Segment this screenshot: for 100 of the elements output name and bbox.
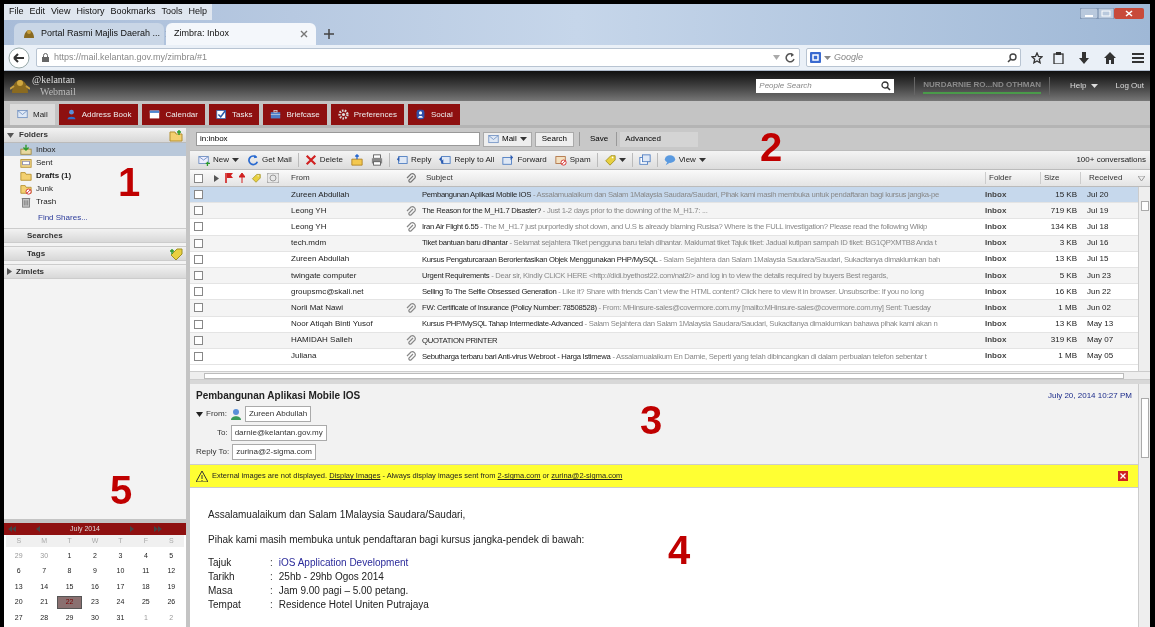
find-shares-link[interactable]: Find Shares... — [4, 211, 186, 225]
search-icon[interactable] — [881, 81, 892, 91]
folder-arrow-icon[interactable] — [350, 154, 363, 166]
row-checkbox[interactable] — [194, 319, 203, 329]
maximize-icon[interactable] — [1098, 8, 1114, 19]
search-query-input[interactable]: in:inbox — [200, 133, 476, 145]
search-icon[interactable] — [1007, 52, 1017, 63]
new-tab-icon[interactable] — [324, 29, 334, 39]
row-checkbox[interactable] — [194, 351, 203, 361]
download-icon[interactable] — [1078, 51, 1090, 64]
close-icon[interactable] — [300, 30, 308, 38]
app-tab[interactable]: Calendar — [142, 104, 205, 125]
menu-item[interactable]: History — [73, 5, 108, 19]
search-type-dropdown[interactable]: Mail — [483, 131, 532, 147]
section-header[interactable]: Zimlets — [4, 264, 186, 279]
address-chip[interactable]: darnie@kelantan.gov.my — [230, 425, 327, 441]
expand-icon[interactable] — [7, 132, 14, 138]
row-checkbox[interactable] — [194, 238, 203, 248]
advanced-button[interactable]: Advanced — [620, 131, 699, 147]
detail-link[interactable]: iOS Application Development — [278, 556, 409, 569]
app-tab[interactable]: Mail — [10, 104, 55, 125]
briefcase-icon — [270, 109, 282, 120]
toolbar-button[interactable]: Forward — [498, 152, 551, 168]
folder-name: Inbox — [985, 318, 1008, 331]
expand-icon[interactable] — [7, 268, 12, 275]
menu-item[interactable]: Tools — [158, 5, 186, 19]
address-chip[interactable]: zurina@2-sigma.com — [232, 444, 316, 460]
app-tab[interactable]: Address Book — [58, 104, 139, 125]
horizontal-scrollbar[interactable] — [190, 371, 1150, 380]
column-header[interactable]: Subject — [426, 172, 985, 184]
toolbar-button[interactable]: Reply to All — [435, 152, 499, 168]
row-checkbox[interactable] — [194, 254, 203, 264]
row-checkbox[interactable] — [194, 335, 203, 345]
select-all-checkbox[interactable] — [194, 173, 203, 183]
help-menu[interactable]: Help — [1070, 80, 1098, 92]
new-tag-icon[interactable] — [169, 246, 183, 261]
browser-tab[interactable]: Portal Rasmi Majlis Daerah ... — [14, 23, 164, 45]
folders-header[interactable]: Folders — [4, 128, 186, 143]
toolbar-button[interactable]: New — [194, 152, 243, 168]
reload-icon[interactable] — [784, 52, 795, 63]
toolbar-button[interactable]: Delete — [300, 152, 347, 168]
expand-icon[interactable] — [214, 174, 219, 182]
toolbar-button[interactable]: Get Mail — [243, 152, 296, 168]
logout-link[interactable]: Log Out — [1115, 80, 1144, 92]
menu-icon[interactable] — [1132, 52, 1144, 63]
app-tab[interactable]: Preferences — [330, 104, 404, 125]
people-search-input[interactable]: People Search — [759, 80, 882, 92]
column-header[interactable]: Size — [1040, 172, 1080, 184]
column-header[interactable]: Folder — [985, 172, 1040, 184]
star-icon[interactable] — [1031, 51, 1043, 64]
menu-item[interactable]: Edit — [26, 5, 49, 19]
section-header[interactable]: Searches — [4, 228, 186, 243]
flag-icon[interactable] — [225, 173, 233, 183]
tag-icon[interactable] — [251, 173, 261, 183]
back-icon[interactable] — [8, 46, 30, 69]
sort-icon[interactable] — [1138, 175, 1145, 181]
priority-icon[interactable] — [239, 173, 245, 183]
collapse-icon[interactable] — [196, 411, 203, 417]
row-checkbox[interactable] — [194, 190, 203, 200]
app-tab[interactable]: Tasks — [208, 104, 260, 125]
browser-tab[interactable]: Zimbra: Inbox — [166, 23, 316, 45]
column-header[interactable]: From — [291, 172, 406, 184]
toolbar-button[interactable]: Spam — [550, 152, 595, 168]
people-search-field[interactable]: People Search — [756, 79, 895, 93]
toolbar-button[interactable]: Reply — [391, 152, 436, 168]
row-checkbox[interactable] — [194, 287, 203, 297]
status-icon[interactable] — [267, 173, 279, 183]
row-checkbox[interactable] — [194, 222, 203, 232]
search-input[interactable]: Google — [834, 50, 1004, 65]
save-button[interactable]: Save — [585, 131, 614, 147]
clipboard-icon[interactable] — [1053, 51, 1064, 64]
minimize-icon[interactable] — [1080, 8, 1098, 19]
row-checkbox[interactable] — [194, 271, 203, 281]
menu-item[interactable]: View — [48, 5, 74, 19]
app-tab[interactable]: Briefcase — [263, 104, 327, 125]
search-button[interactable]: Search — [534, 131, 575, 147]
new-folder-icon[interactable] — [169, 128, 183, 142]
search-query-field[interactable]: in:inbox — [196, 132, 480, 146]
home-icon[interactable] — [1104, 51, 1116, 64]
windows-icon[interactable] — [638, 154, 651, 166]
menu-item[interactable]: Help — [185, 5, 210, 19]
attachment-icon[interactable] — [406, 173, 416, 183]
toolbar-button[interactable]: View — [659, 152, 710, 168]
search-field[interactable]: Google — [806, 48, 1021, 67]
app-tab[interactable]: Social — [407, 104, 460, 125]
column-header[interactable]: Received — [1080, 172, 1138, 184]
close-icon[interactable] — [1114, 8, 1144, 19]
dropdown-icon[interactable] — [773, 55, 780, 60]
vertical-scrollbar[interactable] — [1138, 384, 1150, 627]
menu-item[interactable]: File — [6, 5, 27, 19]
section-header[interactable]: Tags — [4, 246, 186, 261]
folder-item[interactable]: Inbox — [4, 143, 186, 156]
colon-separator: : — [270, 598, 273, 611]
print-icon[interactable] — [370, 154, 383, 166]
row-checkbox[interactable] — [194, 303, 203, 313]
row-checkbox[interactable] — [194, 206, 203, 216]
address-chip[interactable]: Zureen Abdullah — [244, 406, 312, 422]
menu-item[interactable]: Bookmarks — [107, 5, 159, 19]
address-field[interactable]: https://mail.kelantan.gov.my/zimbra/#1 — [36, 48, 800, 67]
vertical-scrollbar[interactable] — [1138, 187, 1150, 371]
